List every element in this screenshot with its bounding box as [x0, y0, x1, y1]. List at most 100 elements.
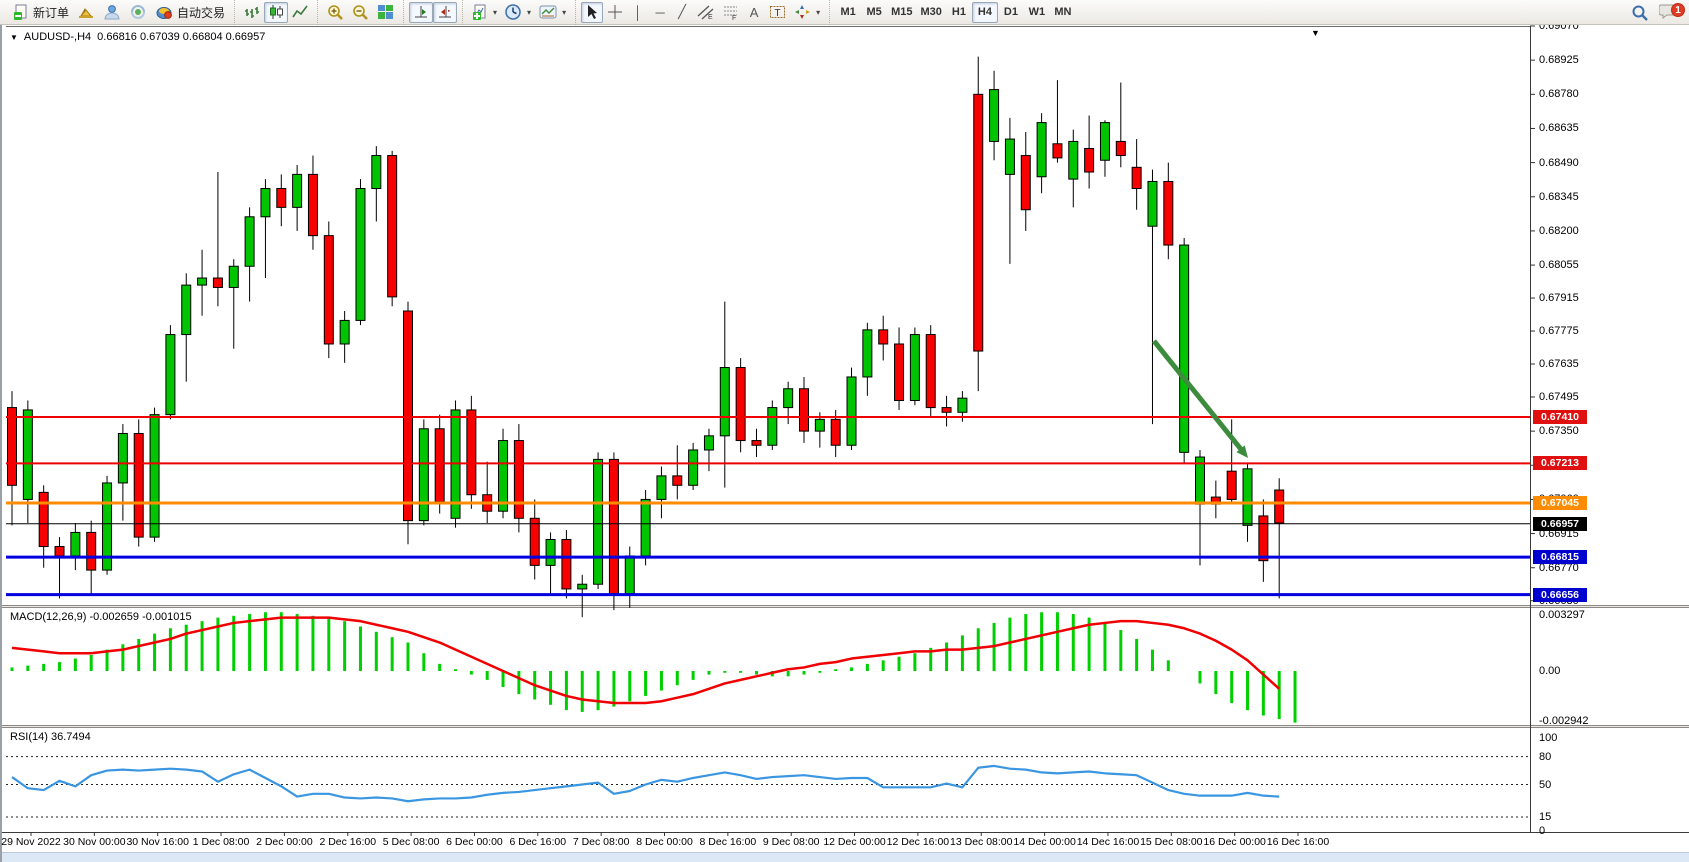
- time-axis-label: 30 Nov 16:00: [126, 836, 188, 848]
- arrows-tool-button[interactable]: ▾: [790, 2, 824, 23]
- toolbar-group-charttype: [234, 0, 317, 25]
- rsi-axis-label: 0: [1539, 825, 1619, 837]
- rsi-axis-label: 100: [1539, 732, 1619, 744]
- price-tick-label: 0.67350: [1539, 425, 1609, 437]
- price-tick-label: 0.68345: [1539, 191, 1609, 203]
- pane-separator[interactable]: [2, 725, 1689, 728]
- toolbar-right: 1: [1631, 0, 1681, 25]
- notification-button[interactable]: 1: [1659, 3, 1681, 23]
- equidistant-channel-button[interactable]: E: [693, 2, 718, 23]
- price-badge-0.67410: 0.67410: [1533, 410, 1587, 424]
- chart-menu-icon[interactable]: ▼: [10, 33, 18, 42]
- dropdown-arrow-icon: ▾: [562, 8, 566, 17]
- rsi-axis-label: 15: [1539, 811, 1619, 823]
- dropdown-arrow-icon: ▾: [816, 8, 820, 17]
- auto-trading-label: 自动交易: [177, 4, 225, 21]
- tile-windows-icon: [377, 4, 394, 20]
- period-button[interactable]: ▾: [501, 2, 535, 23]
- toolbar: 新订单 自动交易: [0, 0, 1689, 25]
- toolbar-group-timeframes: M1M5M15M30H1H4D1W1MN: [829, 0, 1081, 25]
- price-pane[interactable]: [6, 26, 1530, 605]
- auto-trading-icon: [155, 4, 173, 20]
- svg-text:F: F: [732, 15, 736, 20]
- cursor-icon: [585, 4, 599, 20]
- zoom-out-icon: [352, 4, 369, 21]
- line-chart-icon: [292, 4, 308, 20]
- template-icon: [539, 5, 557, 19]
- scale-marker-icon: ▼: [1311, 28, 1320, 38]
- time-axis-label: 2 Dec 00:00: [256, 836, 313, 848]
- gold-button[interactable]: [73, 2, 99, 23]
- auto-scroll-icon: [413, 4, 429, 20]
- timeframe-button-M15[interactable]: M15: [887, 2, 916, 23]
- time-axis-label: 29 Nov 2022: [1, 836, 61, 848]
- time-axis[interactable]: 29 Nov 202230 Nov 00:0030 Nov 16:00 1 Dec…: [2, 835, 1689, 851]
- trendline-button[interactable]: ╱: [671, 2, 693, 23]
- signal-icon: [129, 4, 147, 20]
- trendline-icon: ╱: [678, 4, 686, 20]
- timeframe-button-MN[interactable]: MN: [1050, 2, 1076, 23]
- auto-scroll-button[interactable]: [409, 2, 433, 23]
- cursor-button[interactable]: [581, 2, 603, 23]
- timeframe-button-D1[interactable]: D1: [998, 2, 1024, 23]
- time-axis-label: 8 Dec 00:00: [636, 836, 693, 848]
- profile-button[interactable]: [99, 2, 125, 23]
- time-axis-label: 12 Dec 00:00: [823, 836, 885, 848]
- price-tick-label: 0.68780: [1539, 88, 1609, 100]
- candlestick-chart-button[interactable]: [264, 2, 288, 23]
- timeframe-button-W1[interactable]: W1: [1024, 2, 1050, 23]
- timeframe-button-M30[interactable]: M30: [917, 2, 946, 23]
- line-chart-button[interactable]: [288, 2, 312, 23]
- timeframe-button-M1[interactable]: M1: [835, 2, 861, 23]
- crosshair-button[interactable]: [603, 2, 627, 23]
- macd-axis-label: 0.003297: [1539, 609, 1619, 621]
- time-axis-label: 30 Nov 00:00: [63, 836, 125, 848]
- timeframe-button-H1[interactable]: H1: [946, 2, 972, 23]
- signal-button[interactable]: [125, 2, 151, 23]
- time-axis-label: 5 Dec 08:00: [383, 836, 440, 848]
- vertical-line-button[interactable]: │: [627, 2, 649, 23]
- text-button[interactable]: A: [743, 2, 765, 23]
- zoom-in-button[interactable]: [323, 2, 348, 23]
- price-tick-label: 0.68925: [1539, 54, 1609, 66]
- price-tick-label: 0.68490: [1539, 157, 1609, 169]
- horizontal-line-button[interactable]: ─: [649, 2, 671, 23]
- time-axis-label: 12 Dec 16:00: [887, 836, 949, 848]
- chart-shift-button[interactable]: [433, 2, 457, 23]
- rsi-pane[interactable]: [6, 728, 1530, 832]
- chart-window: ▼ AUDUSD-,H4 0.66816 0.67039 0.66804 0.6…: [0, 25, 1689, 862]
- svg-text:T: T: [775, 8, 781, 19]
- timeframe-button-M5[interactable]: M5: [861, 2, 887, 23]
- bar-chart-button[interactable]: [240, 2, 264, 23]
- chart-shift-icon: [437, 4, 453, 20]
- rsi-indicator-label: RSI(14) 36.7494: [10, 731, 91, 743]
- search-icon[interactable]: [1631, 4, 1649, 22]
- time-axis-label: 1 Dec 08:00: [193, 836, 250, 848]
- new-order-button[interactable]: 新订单: [9, 2, 73, 23]
- price-tick-label: 0.68635: [1539, 122, 1609, 134]
- notification-badge: 1: [1671, 3, 1685, 17]
- template-button[interactable]: ▾: [535, 2, 570, 23]
- macd-indicator-label: MACD(12,26,9) -0.002659 -0.001015: [10, 611, 192, 623]
- toolbar-group-trade: 新订单 自动交易: [4, 0, 234, 25]
- price-tick-label: 0.67495: [1539, 391, 1609, 403]
- auto-trading-button[interactable]: 自动交易: [151, 2, 229, 23]
- add-indicator-button[interactable]: ▾: [468, 2, 501, 23]
- fibonacci-button[interactable]: F: [718, 2, 743, 23]
- zoom-out-button[interactable]: [348, 2, 373, 23]
- timeframe-button-H4[interactable]: H4: [972, 2, 998, 23]
- text-label-button[interactable]: T: [765, 2, 790, 23]
- vertical-line-icon: │: [634, 5, 642, 20]
- new-order-label: 新订单: [33, 4, 69, 21]
- macd-pane[interactable]: [6, 608, 1530, 725]
- window-bottom-strip: [2, 852, 1689, 862]
- tile-windows-button[interactable]: [373, 2, 398, 23]
- candlestick-chart-icon: [268, 4, 284, 20]
- toolbar-group-scroll: [403, 0, 462, 25]
- pane-separator[interactable]: [2, 605, 1689, 608]
- rsi-axis-label: 50: [1539, 779, 1619, 791]
- price-tick-label: 0.67915: [1539, 292, 1609, 304]
- price-tick-label: 0.68200: [1539, 225, 1609, 237]
- text-icon: A: [750, 5, 759, 20]
- price-tick-label: 0.67635: [1539, 358, 1609, 370]
